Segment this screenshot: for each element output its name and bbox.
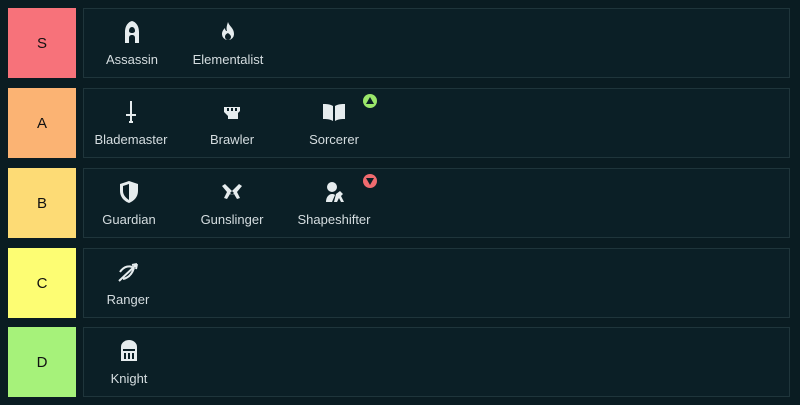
champion-name: Shapeshifter: [297, 212, 371, 227]
champion-name: Ranger: [106, 292, 150, 307]
champion-assassin[interactable]: Assassin: [102, 9, 162, 77]
tier-items-c: Ranger: [83, 248, 790, 318]
tier-label-b: B: [8, 168, 76, 238]
open-book-icon: [321, 99, 347, 125]
champion-name: Brawler: [209, 132, 255, 147]
champion-blademaster[interactable]: Blademaster: [88, 89, 174, 157]
tier-row-d: D Knight: [8, 327, 790, 397]
champion-name: Guardian: [102, 212, 156, 227]
champion-gunslinger[interactable]: Gunslinger: [194, 169, 270, 237]
champion-name: Elementalist: [192, 52, 264, 67]
arrow-up-icon: [366, 97, 374, 104]
flame-icon: [215, 19, 241, 45]
tier-label-a: A: [8, 88, 76, 158]
tier-label-d: D: [8, 327, 76, 397]
champion-name: Assassin: [105, 52, 159, 67]
tier-items-s: Assassin Elementalist: [83, 8, 790, 78]
trend-up-badge: [363, 94, 377, 108]
tier-list: S Assassin Elementalist A Blademaster Br…: [0, 0, 800, 405]
champion-name: Gunslinger: [200, 212, 264, 227]
champion-knight[interactable]: Knight: [104, 328, 154, 396]
tier-items-a: Blademaster Brawler Sorcerer: [83, 88, 790, 158]
tier-row-a: A Blademaster Brawler Sorcerer: [8, 88, 790, 158]
arrow-down-icon: [366, 178, 374, 185]
bow-arrow-icon: [115, 259, 141, 285]
hooded-figure-icon: [119, 19, 145, 45]
champion-elementalist[interactable]: Elementalist: [188, 9, 268, 77]
shapeshifter-icon: [321, 179, 347, 205]
shield-icon: [116, 179, 142, 205]
champion-name: Sorcerer: [309, 132, 359, 147]
knight-helmet-icon: [116, 338, 142, 364]
champion-ranger[interactable]: Ranger: [102, 249, 154, 317]
champion-guardian[interactable]: Guardian: [98, 169, 160, 237]
tier-row-b: B Guardian Gunslinger Shapeshifter: [8, 168, 790, 238]
fist-icon: [219, 99, 245, 125]
trend-down-badge: [363, 174, 377, 188]
tier-items-d: Knight: [83, 327, 790, 397]
champion-name: Blademaster: [94, 132, 168, 147]
crossed-pistols-icon: [219, 179, 245, 205]
champion-brawler[interactable]: Brawler: [194, 89, 270, 157]
champion-sorcerer[interactable]: Sorcerer: [298, 89, 370, 157]
sword-icon: [118, 99, 144, 125]
champion-name: Knight: [110, 371, 148, 386]
tier-label-s: S: [8, 8, 76, 78]
tier-row-s: S Assassin Elementalist: [8, 8, 790, 78]
tier-label-c: C: [8, 248, 76, 318]
tier-row-c: C Ranger: [8, 248, 790, 318]
tier-items-b: Guardian Gunslinger Shapeshifter: [83, 168, 790, 238]
